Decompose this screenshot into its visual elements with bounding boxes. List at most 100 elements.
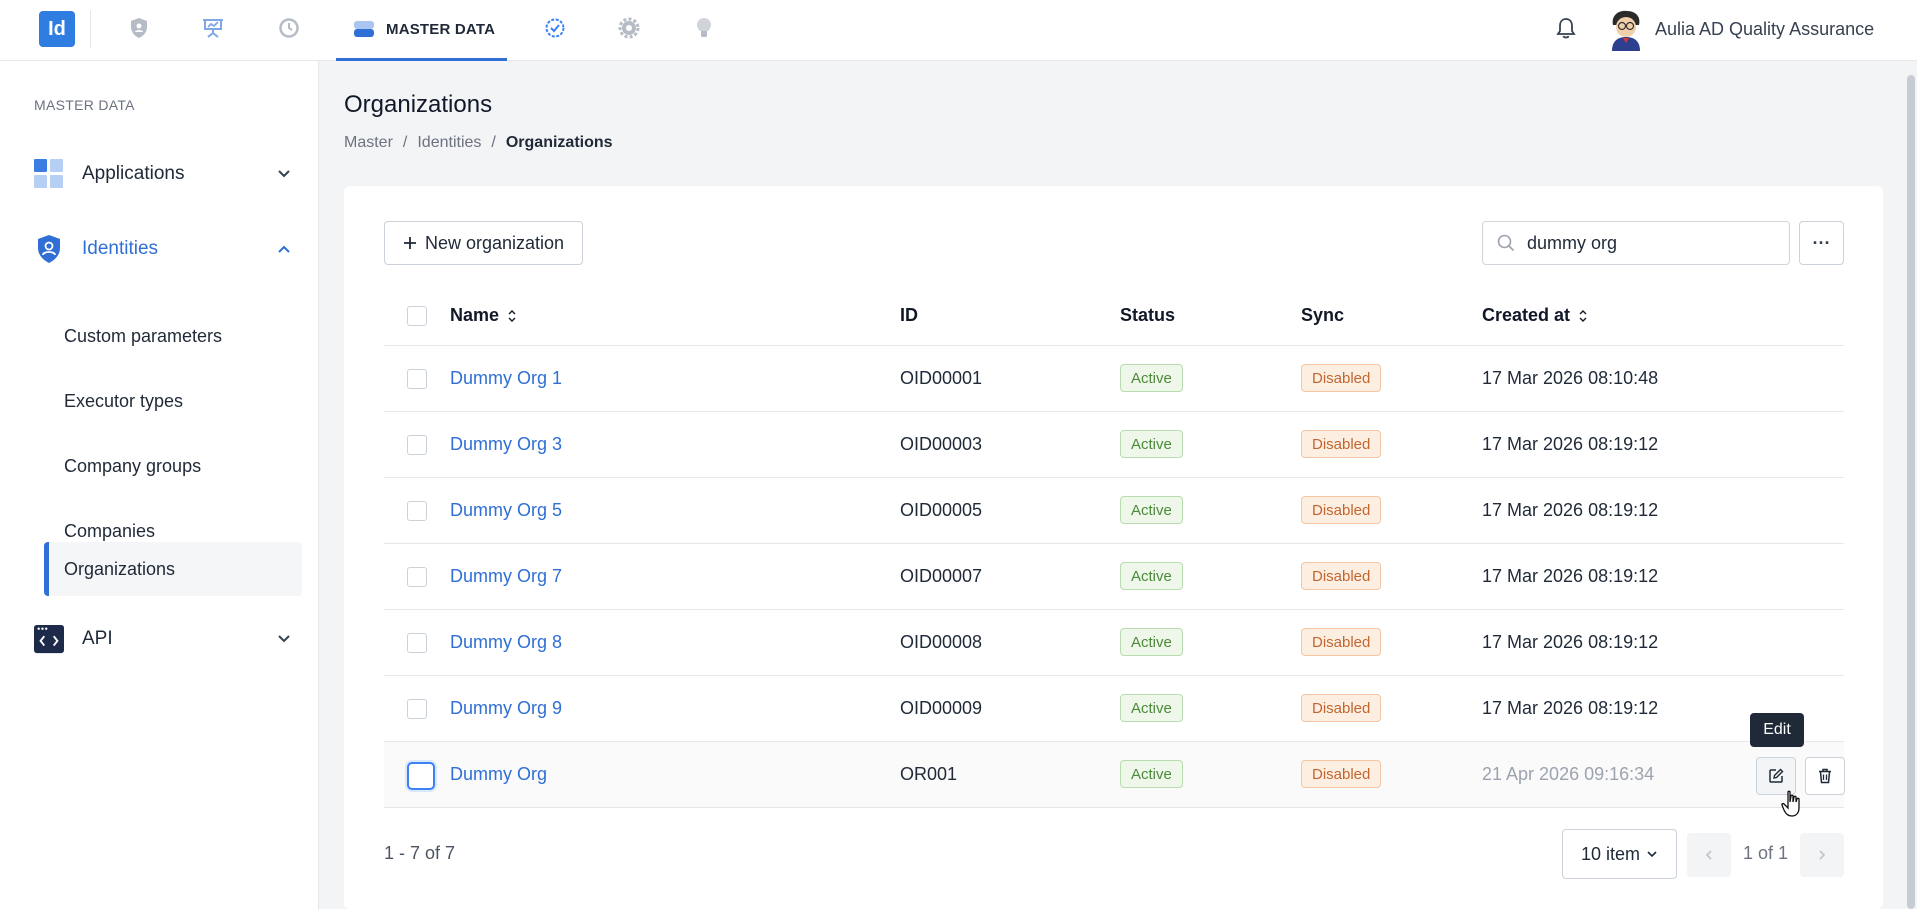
organization-id: OR001: [900, 764, 958, 784]
sidebar-group-identities[interactable]: Identities: [34, 229, 294, 269]
table-row[interactable]: Dummy Org 8 OID00008 Active Disabled 17 …: [384, 610, 1844, 676]
nav-master-data-label: MASTER DATA: [386, 20, 496, 38]
delete-button[interactable]: [1805, 757, 1845, 795]
top-navigation-bar: Id MASTER DATA Aulia AD Quality Assuranc…: [0, 0, 1917, 61]
sync-badge: Disabled: [1301, 496, 1382, 524]
organization-name-link[interactable]: Dummy Org 8: [450, 632, 562, 653]
sidebar-item-executor-types[interactable]: Executor types: [44, 374, 302, 428]
sidebar-item-label: Companies: [64, 520, 156, 541]
breadcrumb-current: Organizations: [505, 134, 613, 151]
nav-settings-icon[interactable]: [616, 15, 642, 41]
table-row[interactable]: Dummy Org OR001 Active Disabled 21 Apr 2…: [384, 742, 1845, 808]
organization-name-link[interactable]: Dummy Org 5: [450, 500, 562, 521]
organization-name-link[interactable]: Dummy Org 9: [450, 698, 562, 719]
column-header-name[interactable]: Name: [450, 305, 517, 326]
row-checkbox[interactable]: [407, 501, 427, 521]
chevron-up-icon: [274, 239, 294, 259]
page-size-value: 10 item: [1580, 843, 1641, 864]
nav-lightbulb-icon[interactable]: [691, 15, 717, 41]
more-options-button[interactable]: ···: [1799, 221, 1844, 265]
status-badge: Active: [1120, 364, 1183, 392]
table-row[interactable]: Dummy Org 3 OID00003 Active Disabled 17 …: [384, 412, 1844, 478]
status-badge: Active: [1120, 430, 1183, 458]
table-row[interactable]: Dummy Org 5 OID00005 Active Disabled 17 …: [384, 478, 1844, 544]
chevron-left-icon: [1705, 850, 1712, 860]
sync-badge: Disabled: [1301, 760, 1382, 788]
sidebar-group-applications[interactable]: Applications: [34, 154, 294, 194]
column-header-sync: Sync: [1301, 305, 1344, 326]
nav-history-icon[interactable]: [276, 15, 302, 41]
row-checkbox[interactable]: [407, 567, 427, 587]
nav-monitor-icon[interactable]: [200, 15, 226, 41]
sort-icon: [508, 309, 516, 322]
sidebar-group-api[interactable]: API: [34, 619, 294, 659]
user-name[interactable]: Aulia AD Quality Assurance: [1655, 19, 1874, 40]
chevron-down-icon: [274, 629, 294, 649]
next-page-button[interactable]: [1800, 833, 1844, 877]
organization-name-link[interactable]: Dummy Org 1: [450, 368, 562, 389]
sidebar-item-company-groups[interactable]: Company groups: [44, 439, 302, 493]
organization-id: OID00003: [900, 434, 983, 454]
row-checkbox[interactable]: [407, 762, 435, 790]
table-row[interactable]: Dummy Org 7 OID00007 Active Disabled 17 …: [384, 544, 1844, 610]
select-all-checkbox[interactable]: [407, 306, 427, 326]
sync-badge: Disabled: [1301, 562, 1382, 590]
pagination-range: 1 - 7 of 7: [384, 843, 456, 863]
page-info: 1 of 1: [1743, 843, 1789, 863]
new-organization-label: New organization: [424, 232, 565, 253]
row-checkbox[interactable]: [407, 435, 427, 455]
created-at: 17 Mar 2026 08:10:48: [1482, 368, 1659, 388]
created-at: 17 Mar 2026 08:19:12: [1482, 500, 1659, 520]
notification-bell-icon[interactable]: [1555, 16, 1579, 42]
status-badge: Active: [1120, 694, 1183, 722]
row-checkbox[interactable]: [407, 633, 427, 653]
nav-check-badge-icon[interactable]: [542, 15, 568, 41]
column-header-label: Status: [1120, 305, 1176, 325]
sidebar-item-organizations[interactable]: Organizations: [44, 542, 302, 596]
nav-master-data-tab[interactable]: MASTER DATA: [336, 0, 507, 61]
column-header-label: Name: [450, 305, 500, 325]
breadcrumb-identities[interactable]: Identities: [417, 134, 481, 152]
search-input[interactable]: [1527, 232, 1767, 254]
status-badge: Active: [1120, 760, 1183, 788]
previous-page-button[interactable]: [1687, 833, 1731, 877]
column-header-label: Created at: [1482, 305, 1571, 325]
scrollbar-thumb[interactable]: [1907, 75, 1915, 909]
created-at: 17 Mar 2026 08:19:12: [1482, 566, 1659, 586]
app-logo[interactable]: Id: [39, 11, 75, 47]
sidebar-item-label: Custom parameters: [64, 325, 223, 346]
row-checkbox[interactable]: [407, 699, 427, 719]
breadcrumb-master[interactable]: Master: [344, 134, 393, 152]
status-badge: Active: [1120, 628, 1183, 656]
sync-badge: Disabled: [1301, 364, 1382, 392]
page-scrollbar[interactable]: [1905, 61, 1917, 909]
search-box[interactable]: [1482, 221, 1790, 265]
sidebar-item-custom-parameters[interactable]: Custom parameters: [44, 309, 302, 363]
page-size-select[interactable]: 10 item: [1562, 829, 1677, 879]
applications-grid-icon: [34, 159, 64, 189]
chevron-right-icon: [1819, 850, 1826, 860]
nav-shield-icon[interactable]: [126, 15, 152, 41]
organization-name-link[interactable]: Dummy Org 7: [450, 566, 562, 587]
created-at: 17 Mar 2026 08:19:12: [1482, 632, 1659, 652]
sidebar-section-title: MASTER DATA: [34, 97, 135, 113]
row-checkbox[interactable]: [407, 369, 427, 389]
edit-tooltip: Edit: [1750, 713, 1804, 747]
user-avatar[interactable]: [1607, 9, 1645, 51]
status-badge: Active: [1120, 562, 1183, 590]
column-header-status: Status: [1120, 305, 1175, 326]
edit-icon: [1769, 768, 1784, 783]
identity-shield-icon: [34, 234, 64, 264]
logo-divider: [90, 10, 91, 48]
breadcrumb-separator: /: [491, 134, 496, 151]
organization-id: OID00009: [900, 698, 983, 718]
created-at: 21 Apr 2026 09:16:34: [1482, 764, 1655, 784]
table-row[interactable]: Dummy Org 1 OID00001 Active Disabled 17 …: [384, 346, 1844, 412]
new-organization-button[interactable]: New organization: [384, 221, 583, 265]
created-at: 17 Mar 2026 08:19:12: [1482, 434, 1659, 454]
organization-name-link[interactable]: Dummy Org: [450, 764, 547, 785]
table-row[interactable]: Dummy Org 9 OID00009 Active Disabled 17 …: [384, 676, 1844, 742]
organization-name-link[interactable]: Dummy Org 3: [450, 434, 562, 455]
column-header-created-at[interactable]: Created at: [1482, 305, 1588, 326]
sync-badge: Disabled: [1301, 430, 1382, 458]
